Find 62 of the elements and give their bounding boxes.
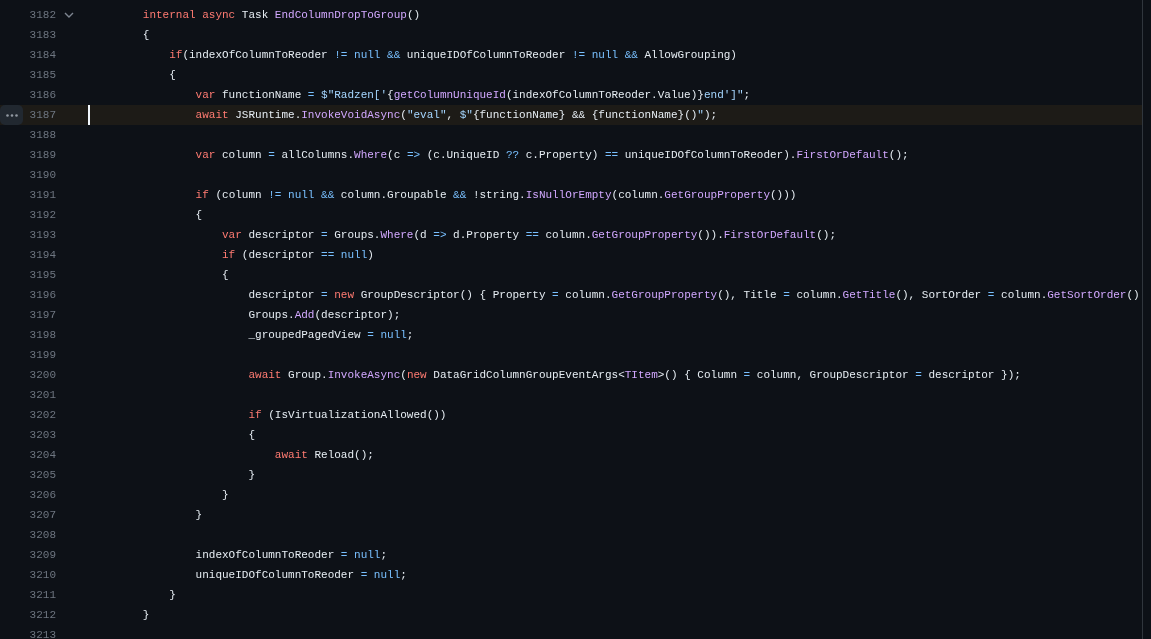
line-number: 3190 bbox=[29, 168, 56, 183]
line-number: 3185 bbox=[29, 68, 56, 83]
line-number: 3189 bbox=[29, 148, 56, 163]
code-line: { bbox=[168, 68, 176, 83]
code-line: await Reload(); bbox=[273, 448, 374, 463]
code-line: internal async Task EndColumnDropToGroup() bbox=[141, 8, 421, 23]
code-line: _groupedPagedView = null; bbox=[247, 328, 414, 343]
ellipsis-icon bbox=[5, 113, 18, 117]
line-number: 3206 bbox=[29, 488, 56, 503]
line-number: 3211 bbox=[29, 588, 56, 603]
line-number: 3188 bbox=[29, 128, 56, 143]
line-number: 3199 bbox=[29, 348, 56, 363]
line-number: 3195 bbox=[29, 268, 56, 283]
line-number: 3182 bbox=[29, 8, 56, 23]
line-number: 3201 bbox=[29, 388, 56, 403]
line-number: 3194 bbox=[29, 248, 56, 263]
code-line: if (column != null && column.Groupable && !string.IsNullOrEmpty(column.GetGroupProperty())) bbox=[194, 188, 797, 203]
code-line: await Group.InvokeAsync(new DataGridColumnGroupEventArgs<TItem>() { Column = column, GroupDescriptor = descriptor }); bbox=[247, 368, 1021, 383]
line-number: 3212 bbox=[29, 608, 56, 623]
line-number: 3193 bbox=[29, 228, 56, 243]
line-number: 3213 bbox=[29, 628, 56, 639]
more-options-button[interactable] bbox=[0, 105, 23, 125]
line-number: 3196 bbox=[29, 288, 56, 303]
line-number: 3186 bbox=[29, 88, 56, 103]
code-line: } bbox=[221, 488, 229, 503]
line-number: 3203 bbox=[29, 428, 56, 443]
line-number: 3210 bbox=[29, 568, 56, 583]
line-number: 3204 bbox=[29, 448, 56, 463]
line-number: 3184 bbox=[29, 48, 56, 63]
code-line: indexOfColumnToReoder = null; bbox=[194, 548, 388, 563]
line-number: 3198 bbox=[29, 328, 56, 343]
code-line: { bbox=[221, 268, 229, 283]
line-number: 3205 bbox=[29, 468, 56, 483]
line-number: 3192 bbox=[29, 208, 56, 223]
line-number: 3200 bbox=[29, 368, 56, 383]
chevron-down-icon[interactable] bbox=[64, 12, 74, 18]
line-number: 3187 bbox=[29, 108, 56, 123]
code-line: } bbox=[168, 588, 176, 603]
line-number: 3191 bbox=[29, 188, 56, 203]
code-line: var descriptor = Groups.Where(d => d.Property == column.GetGroupProperty()).FirstOrDefault(); bbox=[221, 228, 836, 243]
code-line: { bbox=[141, 28, 150, 43]
line-number: 3183 bbox=[29, 28, 56, 43]
code-line: { bbox=[194, 208, 203, 223]
code-line: if(indexOfColumnToReoder != null && uniqueIDOfColumnToReoder != null && AllowGrouping) bbox=[168, 48, 737, 63]
line-number: 3202 bbox=[29, 408, 56, 423]
code-line: var column = allColumns.Where(c => (c.UniqueID ?? c.Property) == uniqueIDOfColumnToReoder).FirstOrDefault(); bbox=[194, 148, 909, 163]
text-cursor bbox=[88, 105, 90, 125]
code-line: var functionName = $"Radzen['{getColumnUniqueId(indexOfColumnToReoder.Value)}end']"; bbox=[194, 88, 751, 103]
code-line: { bbox=[247, 428, 256, 443]
code-line: Groups.Add(descriptor); bbox=[247, 308, 401, 323]
line-number: 3208 bbox=[29, 528, 56, 543]
code-line: descriptor = new GroupDescriptor() { Property = column.GetGroupProperty(), Title = column.GetTitle(), SortOrder = column.GetSortOrder() bbox=[247, 288, 1140, 303]
code-line: } bbox=[247, 468, 256, 483]
code-line: if (IsVirtualizationAllowed()) bbox=[247, 408, 447, 423]
line-number: 3207 bbox=[29, 508, 56, 523]
line-number: 3209 bbox=[29, 548, 56, 563]
code-line: } bbox=[194, 508, 203, 523]
code-line: uniqueIDOfColumnToReoder = null; bbox=[194, 568, 407, 583]
code-line: await JSRuntime.InvokeVoidAsync("eval", $"{functionName} && {functionName}()"); bbox=[194, 108, 718, 123]
line-number: 3197 bbox=[29, 308, 56, 323]
code-line: } bbox=[141, 608, 150, 623]
code-line: if (descriptor == null) bbox=[221, 248, 374, 263]
